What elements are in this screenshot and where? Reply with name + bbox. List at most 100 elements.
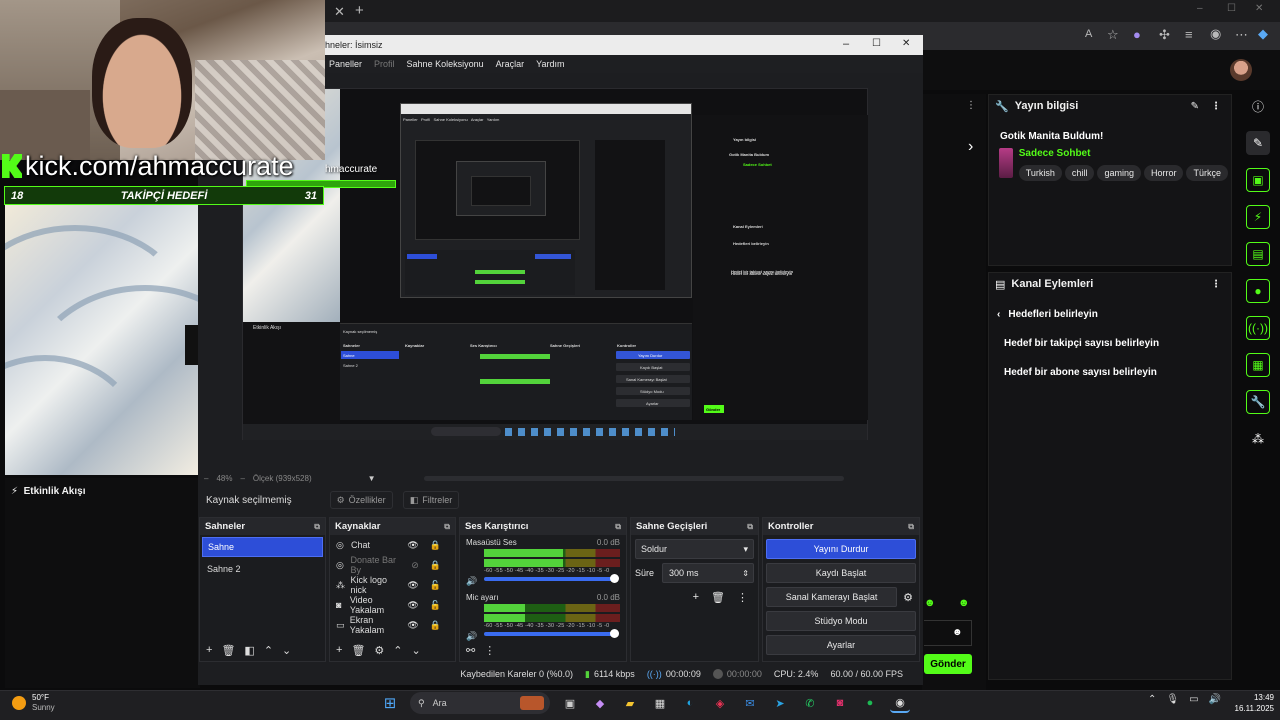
wrench-icon[interactable]: 🔧 — [1246, 390, 1270, 414]
chevron-up-icon[interactable]: ⌃ — [1148, 694, 1156, 705]
column-menu-icon[interactable]: ⋮ — [966, 100, 976, 111]
obs-maximize-button[interactable]: ☐ — [872, 38, 881, 49]
stop-stream-button[interactable]: Yayını Durdur — [766, 539, 916, 559]
read-aloud-icon[interactable]: A — [1085, 28, 1092, 40]
zoom-in-icon[interactable]: – — [240, 474, 244, 483]
source-item[interactable]: ▭ Ekran Yakalam 👁 🔒 — [330, 615, 455, 635]
community-icon[interactable]: ⁂ — [1246, 427, 1270, 451]
transition-select[interactable]: Soldur ▾ — [635, 539, 754, 559]
obs-close-button[interactable]: ✕ — [902, 38, 910, 49]
source-item[interactable]: ◎ Donate Bar By ⊘ 🔒 — [330, 555, 455, 575]
extensions-puzzle-icon[interactable]: ✣ — [1159, 27, 1170, 43]
edit-icon[interactable]: ✎ — [1191, 101, 1199, 112]
new-tab-button[interactable]: + — [355, 2, 364, 19]
task-view-icon[interactable]: ▣ — [560, 693, 580, 713]
category-name[interactable]: Sadece Sohbet — [1019, 148, 1231, 159]
layout-icon[interactable]: ▦ — [1246, 353, 1270, 377]
preview-scrollbar[interactable] — [423, 475, 844, 481]
filter-icon[interactable]: ◧ — [244, 644, 254, 657]
tab-close-icon[interactable]: ✕ — [334, 4, 345, 20]
source-item[interactable]: ◎ Chat 👁 🔒 — [330, 535, 455, 555]
volume-icon[interactable]: 🔊 — [1209, 694, 1221, 705]
unlock-icon[interactable]: 🔓 — [430, 600, 441, 611]
weather-widget[interactable]: 50°F Sunny — [12, 693, 55, 713]
avatar[interactable] — [1230, 59, 1252, 81]
arrow-up-icon[interactable]: ⌃ — [264, 644, 273, 657]
scene-item[interactable]: Sahne 2 — [202, 559, 323, 579]
menu-help[interactable]: Yardım — [536, 59, 564, 69]
broadcast-icon[interactable]: ((·)) — [1246, 316, 1270, 340]
favorite-star-icon[interactable]: ☆ — [1107, 27, 1119, 43]
collections-icon[interactable]: ≡ — [1185, 27, 1193, 42]
more-menu-icon[interactable]: ⋯ — [1235, 27, 1248, 43]
instagram-icon[interactable]: ◙ — [830, 693, 850, 713]
eye-icon[interactable]: 👁 — [407, 580, 418, 591]
gear-icon[interactable]: ⚙ — [374, 644, 384, 657]
telegram-icon[interactable]: ➤ — [770, 693, 790, 713]
taskbar-search[interactable]: ⚲ Ara — [410, 692, 550, 714]
microphone-icon[interactable]: 🎙 — [1166, 694, 1179, 705]
menu-profile[interactable]: Profil — [374, 59, 395, 69]
mail-icon[interactable]: ✉ — [740, 693, 760, 713]
window-close-button[interactable]: ✕ — [1255, 3, 1263, 14]
extension-icon[interactable]: ● — [1133, 27, 1141, 42]
lock-icon[interactable]: 🔒 — [430, 620, 441, 631]
arrow-down-icon[interactable]: ⌄ — [412, 644, 421, 657]
undock-icon[interactable]: ⧉ — [314, 522, 320, 532]
chat-icon[interactable]: ● — [1246, 279, 1270, 303]
emote-icon[interactable]: ☻ — [924, 597, 936, 609]
panel-menu-icon[interactable]: ⋮ — [1211, 101, 1221, 112]
undock-icon[interactable]: ⧉ — [444, 522, 450, 532]
chevron-right-icon[interactable]: › — [968, 138, 973, 156]
start-virtual-camera-button[interactable]: Sanal Kamerayı Başlat — [766, 587, 898, 607]
scale-dropdown-icon[interactable]: ▼ — [368, 474, 376, 483]
eye-icon[interactable]: 👁 — [407, 540, 418, 551]
menu-scene-collection[interactable]: Sahne Koleksiyonu — [407, 59, 484, 69]
source-item[interactable]: ◙ Video Yakalam 👁 🔓 — [330, 595, 455, 615]
trash-icon[interactable]: 🗑 — [221, 644, 235, 657]
lightning-icon[interactable]: ⚡ — [1246, 205, 1270, 229]
scene-item[interactable]: Sahne — [202, 537, 323, 557]
menu-panels[interactable]: Paneller — [329, 59, 362, 69]
chat-input[interactable]: ☻ — [924, 620, 972, 646]
obs-app-icon[interactable]: ◉ — [890, 693, 910, 713]
eye-icon[interactable]: 👁 — [407, 620, 418, 631]
copilot-app-icon[interactable]: ◆ — [590, 693, 610, 713]
source-item[interactable]: ⁂ Kick logo nick 👁 🔓 — [330, 575, 455, 595]
obs-minimize-button[interactable]: – — [843, 38, 849, 50]
store-icon[interactable]: ▦ — [650, 693, 670, 713]
properties-button[interactable]: ⚙ Özellikler — [329, 491, 393, 509]
eye-icon[interactable]: 👁 — [407, 600, 418, 611]
start-recording-button[interactable]: Kaydı Başlat — [766, 563, 916, 583]
filters-button[interactable]: ◧ Filtreler — [402, 491, 460, 509]
clip-icon[interactable]: ▣ — [1246, 168, 1270, 192]
windows-start-icon[interactable]: ⊞ — [380, 693, 400, 713]
notes-icon[interactable]: ▤ — [1246, 242, 1270, 266]
emote-icon[interactable]: ☻ — [958, 597, 970, 609]
undock-icon[interactable]: ⧉ — [615, 522, 621, 532]
arrow-down-icon[interactable]: ⌄ — [282, 644, 291, 657]
set-follower-goal[interactable]: Hedef bir takipçi sayısı belirleyin — [989, 320, 1231, 349]
unlock-icon[interactable]: 🔓 — [430, 580, 441, 591]
trash-icon[interactable]: 🗑 — [711, 591, 725, 604]
volume-slider[interactable] — [484, 574, 619, 583]
network-icon[interactable]: ▭ — [1189, 694, 1198, 705]
goals-back-link[interactable]: ‹ Hedefleri belirleyin — [989, 295, 1231, 320]
more-vertical-icon[interactable]: ⋮ — [484, 644, 495, 657]
taskbar-clock[interactable]: 13:49 16.11.2025 — [1222, 692, 1274, 714]
volume-slider[interactable] — [484, 629, 619, 638]
spinner-icon[interactable]: ⇕ — [742, 569, 749, 578]
add-icon[interactable]: + — [206, 644, 212, 656]
studio-mode-button[interactable]: Stüdyo Modu — [766, 611, 916, 631]
set-sub-goal[interactable]: Hedef bir abone sayısı belirleyin — [989, 349, 1231, 378]
window-minimize-button[interactable]: – — [1197, 3, 1203, 14]
photos-icon[interactable]: ◈ — [710, 693, 730, 713]
window-maximize-button[interactable]: ☐ — [1227, 3, 1236, 14]
profile-icon[interactable]: ◉ — [1210, 26, 1221, 42]
send-button[interactable]: Gönder — [924, 654, 972, 674]
arrow-up-icon[interactable]: ⌃ — [393, 644, 402, 657]
speaker-icon[interactable]: 🔊 — [466, 576, 477, 587]
file-explorer-icon[interactable]: ▰ — [620, 693, 640, 713]
emoji-icon[interactable]: ☻ — [952, 627, 963, 638]
link-icon[interactable]: ⚯ — [466, 644, 475, 657]
